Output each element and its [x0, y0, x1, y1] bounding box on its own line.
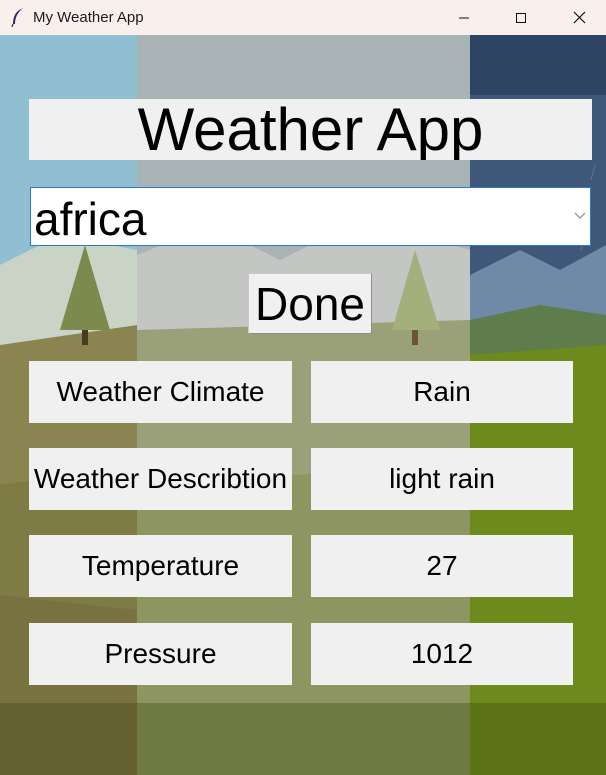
chevron-down-icon[interactable] [573, 210, 587, 220]
weather-description-value: light rain [311, 448, 573, 510]
close-icon [573, 11, 585, 24]
weather-climate-label: Weather Climate [29, 361, 292, 423]
city-input-value: africa [34, 193, 147, 245]
page-title: Weather App [29, 99, 592, 160]
feather-icon [11, 8, 23, 27]
weather-description-label: Weather Describtion [29, 448, 292, 510]
window-title: My Weather App [33, 9, 144, 26]
minimize-button[interactable] [441, 0, 487, 35]
maximize-button[interactable] [498, 0, 544, 35]
minimize-icon [459, 17, 469, 18]
done-button[interactable]: Done [248, 273, 372, 334]
temperature-label: Temperature [29, 535, 292, 597]
maximize-icon [516, 12, 526, 23]
close-button[interactable] [556, 0, 602, 35]
temperature-value: 27 [311, 535, 573, 597]
pressure-label: Pressure [29, 623, 292, 685]
title-bar: My Weather App [0, 0, 606, 35]
weather-climate-value: Rain [311, 361, 573, 423]
city-combobox[interactable]: africa [30, 187, 591, 246]
pressure-value: 1012 [311, 623, 573, 685]
